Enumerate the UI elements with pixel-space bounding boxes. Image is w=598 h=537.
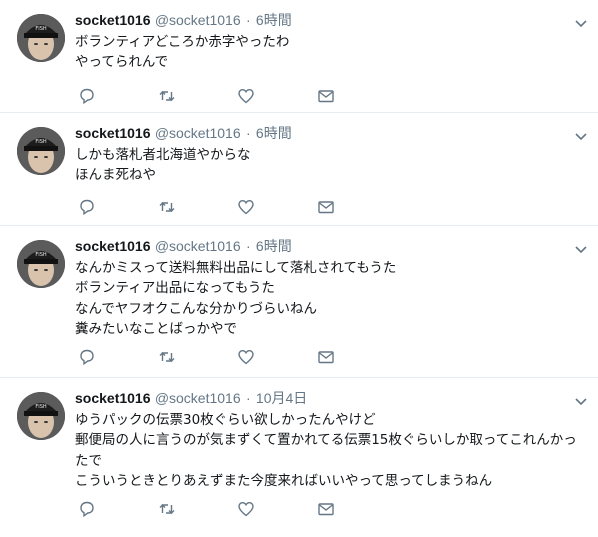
- svg-text:FISH: FISH: [35, 252, 47, 258]
- tweet-text-line: なんかミスって送料無料出品にして落札されてもうた: [75, 260, 397, 276]
- reply-icon[interactable]: [78, 500, 96, 518]
- separator-dot: ·: [245, 12, 251, 28]
- timeline: FISH socket1016 @socket1016 · 6時間 ボランティア…: [0, 0, 598, 537]
- tweet-header: socket1016 @socket1016 · 6時間: [75, 123, 586, 144]
- tweet[interactable]: FISH socket1016 @socket1016 · 6時間 ボランティア…: [0, 0, 598, 113]
- tweet-actions: [78, 198, 338, 216]
- tweet-content: socket1016 @socket1016 · 6時間 ボランティアどころか赤…: [75, 10, 586, 73]
- author-fullname[interactable]: socket1016: [75, 12, 151, 28]
- like-icon[interactable]: [237, 87, 255, 105]
- tweet-text-line: たで: [75, 452, 102, 469]
- tweet-text-line: 糞みたいなことばっかやで: [75, 320, 237, 337]
- retweet-icon[interactable]: [158, 348, 176, 366]
- author-fullname[interactable]: socket1016: [75, 125, 151, 141]
- tweet-text-line: ゆうパックの伝票30枚ぐらい欲しかったんやけど: [75, 412, 376, 428]
- avatar[interactable]: FISH: [17, 127, 65, 175]
- tweet-text: しかも落札者北海道やからな ほんま死ねや: [75, 145, 586, 186]
- svg-text:FISH: FISH: [35, 404, 47, 410]
- tweet-content: socket1016 @socket1016 · 6時間 しかも落札者北海道やか…: [75, 123, 586, 186]
- avatar[interactable]: FISH: [17, 392, 65, 440]
- tweet-text-line: ボランティア出品になってもうた: [75, 280, 275, 297]
- tweet-text-line: しかも落札者北海道やからな: [75, 147, 251, 163]
- tweet-text: ボランティアどころか赤字やったわ やってられんで: [75, 32, 586, 73]
- avatar[interactable]: FISH: [17, 240, 65, 288]
- tweet-text-line: なんでヤフオクこんな分かりづらいねん: [75, 300, 318, 317]
- dm-icon[interactable]: [317, 348, 335, 366]
- tweet-timestamp[interactable]: 10月4日: [256, 390, 307, 406]
- like-icon[interactable]: [237, 500, 255, 518]
- separator-dot: ·: [245, 390, 251, 406]
- avatar[interactable]: FISH: [17, 14, 65, 62]
- caret-down-icon[interactable]: [574, 127, 588, 141]
- svg-text:FISH: FISH: [35, 26, 47, 32]
- tweet-timestamp[interactable]: 6時間: [256, 238, 292, 254]
- tweet-text-line: 郵便局の人に言うのが気まずくて置かれてる伝票15枚ぐらいしか取ってこれんかっ: [75, 432, 577, 449]
- dm-icon[interactable]: [317, 198, 335, 216]
- dm-icon[interactable]: [317, 500, 335, 518]
- reply-icon[interactable]: [78, 348, 96, 366]
- tweet-actions: [78, 87, 338, 105]
- tweet-content: socket1016 @socket1016 · 6時間 なんかミスって送料無料…: [75, 236, 586, 339]
- separator-dot: ·: [245, 238, 251, 254]
- dm-icon[interactable]: [317, 87, 335, 105]
- reply-icon[interactable]: [78, 198, 96, 216]
- author-fullname[interactable]: socket1016: [75, 238, 151, 254]
- tweet[interactable]: FISH socket1016 @socket1016 · 10月4日 ゆうパッ…: [0, 378, 598, 537]
- tweet[interactable]: FISH socket1016 @socket1016 · 6時間 なんかミスっ…: [0, 226, 598, 378]
- tweet[interactable]: FISH socket1016 @socket1016 · 6時間 しかも落札者…: [0, 113, 598, 226]
- tweet-text: なんかミスって送料無料出品にして落札されてもうた ボランティア出品になってもうた…: [75, 258, 586, 339]
- author-fullname[interactable]: socket1016: [75, 390, 151, 406]
- retweet-icon[interactable]: [158, 87, 176, 105]
- tweet-header: socket1016 @socket1016 · 6時間: [75, 236, 586, 257]
- tweet-text-line: ほんま死ねや: [75, 167, 156, 184]
- tweet-timestamp[interactable]: 6時間: [256, 12, 292, 28]
- tweet-header: socket1016 @socket1016 · 6時間: [75, 10, 586, 31]
- reply-icon[interactable]: [78, 87, 96, 105]
- tweet-content: socket1016 @socket1016 · 10月4日 ゆうパックの伝票3…: [75, 388, 586, 491]
- tweet-header: socket1016 @socket1016 · 10月4日: [75, 388, 586, 409]
- like-icon[interactable]: [237, 348, 255, 366]
- tweet-text-line: こういうときとりあえずまた今度来ればいいやって思ってしまうねん: [75, 472, 493, 489]
- tweet-actions: [78, 348, 338, 366]
- caret-down-icon[interactable]: [574, 240, 588, 254]
- tweet-text-line: やってられんで: [75, 54, 169, 71]
- caret-down-icon[interactable]: [574, 14, 588, 28]
- svg-text:FISH: FISH: [35, 139, 47, 145]
- like-icon[interactable]: [237, 198, 255, 216]
- retweet-icon[interactable]: [158, 500, 176, 518]
- retweet-icon[interactable]: [158, 198, 176, 216]
- tweet-text-line: ボランティアどころか赤字やったわ: [75, 34, 290, 50]
- tweet-actions: [78, 500, 338, 518]
- caret-down-icon[interactable]: [574, 392, 588, 406]
- author-username[interactable]: @socket1016: [155, 125, 241, 141]
- author-username[interactable]: @socket1016: [155, 390, 241, 406]
- separator-dot: ·: [245, 125, 251, 141]
- tweet-timestamp[interactable]: 6時間: [256, 125, 292, 141]
- author-username[interactable]: @socket1016: [155, 12, 241, 28]
- tweet-text: ゆうパックの伝票30枚ぐらい欲しかったんやけど 郵便局の人に言うのが気まずくて置…: [75, 410, 586, 491]
- author-username[interactable]: @socket1016: [155, 238, 241, 254]
